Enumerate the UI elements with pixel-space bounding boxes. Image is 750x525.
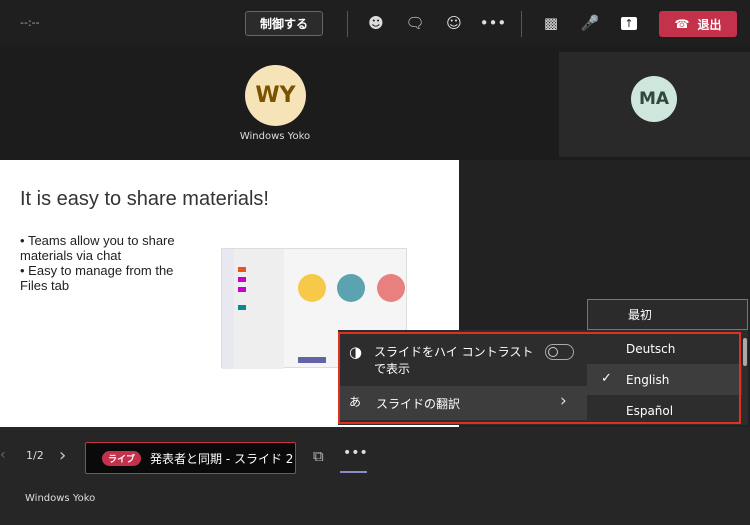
- slide-title: It is easy to share materials!: [20, 188, 269, 210]
- slide-bullet: • Teams allow you to share materials via…: [20, 233, 175, 263]
- translate-icon: あ: [349, 395, 362, 409]
- language-label: English: [626, 372, 670, 387]
- language-submenu: Deutsch ✓ English Español: [587, 330, 748, 425]
- meeting-toolbar: --:-- 制御する ☻ 🗨 ☺ ••• ▩ 🎤 ↑ ☎ 退出: [0, 0, 750, 47]
- reactions-icon[interactable]: ☺: [443, 12, 465, 34]
- hang-up-icon: ☎: [674, 17, 690, 31]
- previous-slide-button[interactable]: ‹: [0, 447, 6, 463]
- contrast-icon: ◑: [349, 343, 363, 361]
- chevron-right-icon: ›: [560, 391, 567, 411]
- presentation-controls: ‹ 1/2 › ライブ 発表者と同期 - スライド 2 ⧉ ••• Window…: [0, 427, 750, 525]
- more-options-icon[interactable]: •••: [343, 445, 368, 461]
- slide-bullet: • Easy to manage from the Files tab: [20, 263, 174, 293]
- meeting-timer: --:--: [20, 16, 40, 29]
- avatar: WY: [245, 65, 306, 126]
- leave-label: 退出: [697, 17, 722, 32]
- more-actions-icon[interactable]: •••: [480, 12, 507, 34]
- avatar: MA: [631, 76, 677, 122]
- participant-tile-main: WY Windows Yoko: [0, 47, 556, 160]
- sync-label: 発表者と同期 - スライド 2: [150, 451, 294, 466]
- live-badge: ライブ: [102, 450, 142, 466]
- take-control-button[interactable]: 制御する: [245, 11, 323, 36]
- translate-slides-item[interactable]: あ スライドの翻訳 ›: [338, 386, 598, 420]
- high-contrast-toggle[interactable]: [545, 344, 574, 360]
- sync-with-presenter-button[interactable]: ライブ 発表者と同期 - スライド 2: [85, 442, 296, 474]
- camera-off-icon[interactable]: ▩: [540, 12, 562, 34]
- more-options-menu: ◑ スライドをハイ コントラストで表示 あ スライドの翻訳 ›: [338, 330, 598, 425]
- high-contrast-label: スライドをハイ コントラストで表示: [374, 345, 534, 376]
- participants-icon[interactable]: ☻: [365, 12, 387, 34]
- chat-icon[interactable]: 🗨: [404, 12, 426, 34]
- leave-button[interactable]: ☎ 退出: [659, 11, 737, 37]
- next-slide-button[interactable]: ›: [59, 445, 66, 466]
- participant-tile: MA: [559, 52, 750, 157]
- high-contrast-item[interactable]: ◑ スライドをハイ コントラストで表示: [338, 330, 598, 386]
- translate-label: スライドの翻訳: [376, 397, 461, 411]
- language-option-first[interactable]: 最初: [587, 299, 748, 330]
- divider: [521, 11, 522, 37]
- presenter-name: Windows Yoko: [25, 493, 96, 504]
- scrollbar[interactable]: [743, 338, 747, 366]
- mic-off-icon[interactable]: 🎤: [579, 12, 601, 34]
- share-screen-icon[interactable]: ↑: [618, 12, 640, 34]
- language-option-selected[interactable]: ✓ English: [587, 364, 742, 395]
- slide-grid-icon[interactable]: ⧉: [313, 447, 324, 465]
- language-option[interactable]: Español: [587, 395, 742, 425]
- checkmark-icon: ✓: [601, 371, 612, 386]
- language-option[interactable]: Deutsch: [587, 333, 742, 364]
- participant-name: Windows Yoko: [239, 131, 311, 142]
- page-indicator: 1/2: [26, 449, 44, 462]
- active-indicator: [340, 471, 367, 473]
- divider: [347, 11, 348, 37]
